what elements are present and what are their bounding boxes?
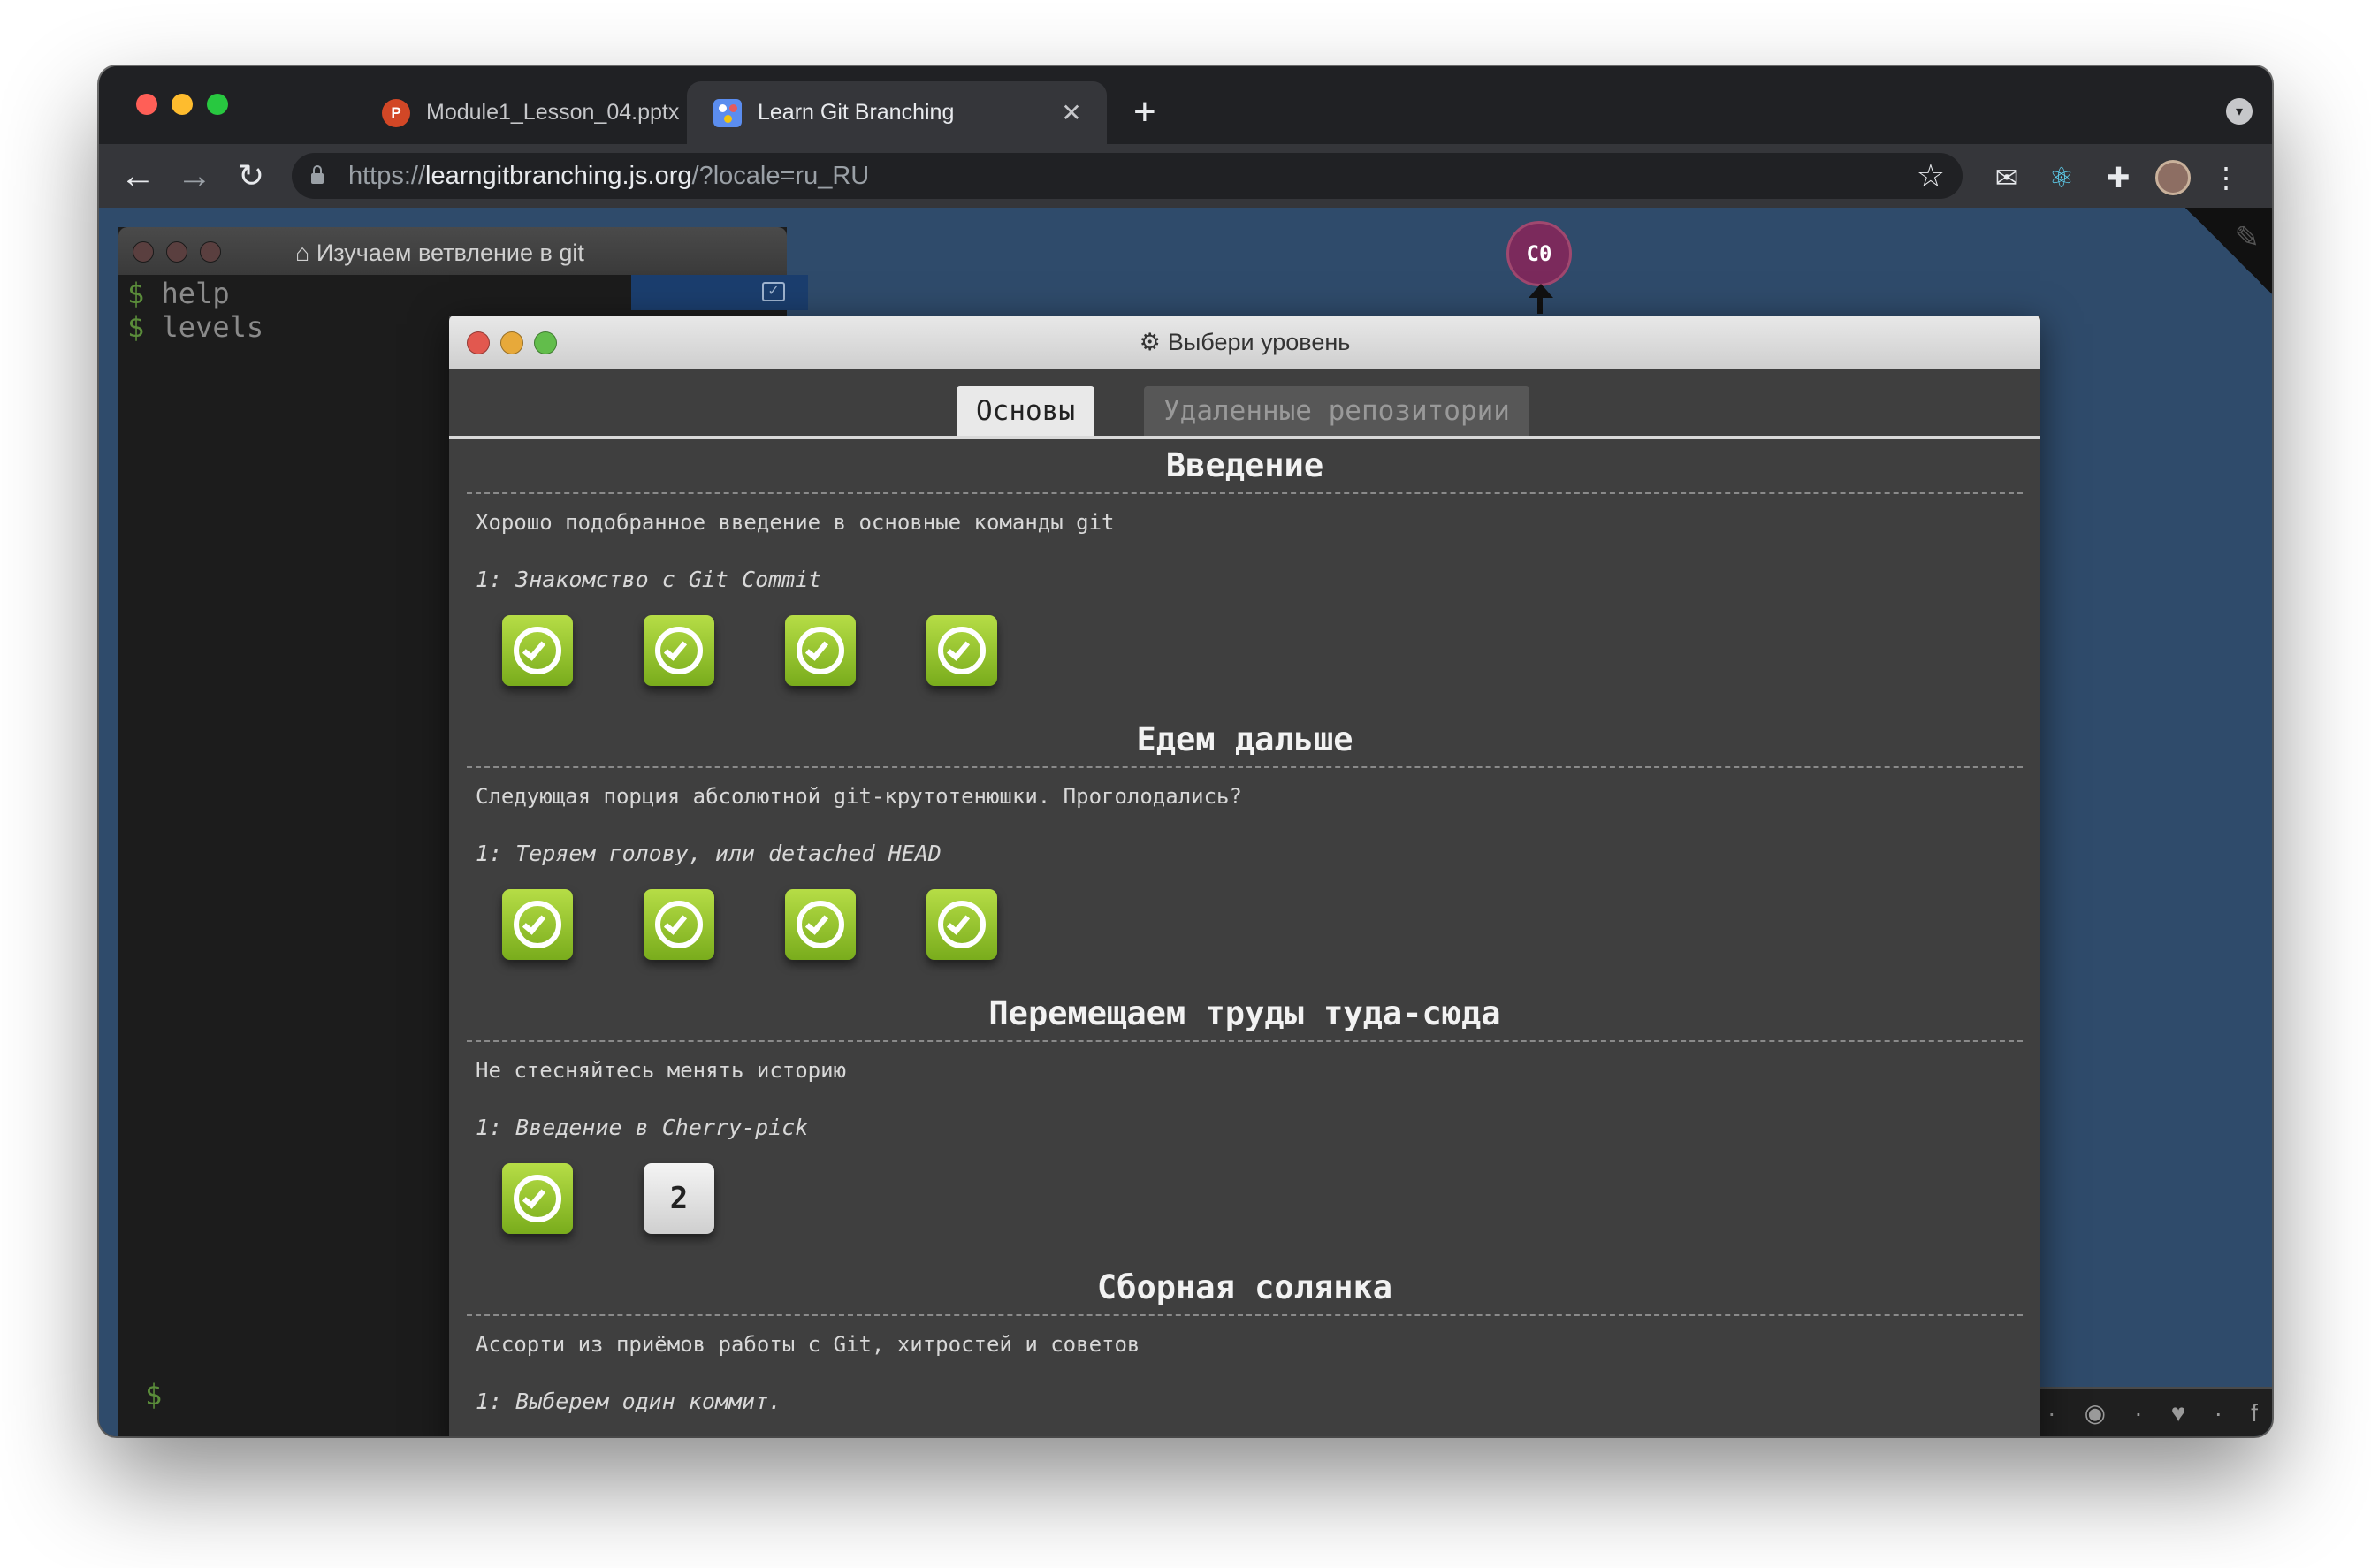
sequence-description: Не стесняйтесь менять историю: [476, 1058, 847, 1083]
bookmark-star-icon[interactable]: ☆: [1917, 157, 1945, 194]
level-complete-button[interactable]: [644, 889, 714, 960]
back-icon[interactable]: ←: [117, 155, 159, 197]
address-bar[interactable]: https:// learngitbranching.js.org /?loca…: [292, 153, 1963, 199]
prompt-symbol: $: [127, 277, 145, 310]
terminal-title: ⌂ Изучаем ветвление в git: [295, 240, 584, 267]
terminal-title-text: Изучаем ветвление в git: [316, 240, 584, 266]
level-complete-button[interactable]: [502, 889, 573, 960]
sequence-description: Хорошо подобранное введение в основные к…: [476, 510, 1115, 535]
level-complete-button[interactable]: [926, 615, 997, 686]
close-icon[interactable]: ✕: [1054, 98, 1089, 127]
sequence-title: Сборная солянка: [1096, 1268, 1393, 1306]
level-complete-button[interactable]: [926, 889, 997, 960]
level-buttons: [467, 889, 2023, 986]
level-name: 1: Теряем голову, или detached HEAD: [476, 841, 942, 866]
command-prompt[interactable]: $: [145, 1378, 162, 1412]
reload-icon[interactable]: ↻: [230, 155, 272, 197]
separator-dot: ·: [2214, 1398, 2222, 1427]
social-links: · ◉ · ♥ · f: [2033, 1387, 2272, 1436]
forward-icon[interactable]: →: [173, 155, 216, 197]
url-path: /?locale=ru_RU: [691, 161, 870, 190]
lock-icon: [311, 165, 324, 184]
avatar: [2155, 160, 2191, 195]
level-name: 1: Знакомство с Git Commit: [476, 567, 822, 592]
react-devtools-icon[interactable]: ⚛: [2044, 160, 2079, 195]
divider: [467, 492, 2023, 494]
terminal-titlebar: ⌂ Изучаем ветвление в git: [118, 227, 787, 275]
powerpoint-icon: P: [382, 98, 410, 127]
new-tab-button[interactable]: +: [1133, 93, 1156, 132]
divider: [467, 766, 2023, 768]
dialog-title: ⚙ Выбери уровень: [449, 316, 2040, 369]
github-corner-ribbon[interactable]: ✎: [2185, 208, 2272, 294]
level-complete-button[interactable]: [785, 615, 856, 686]
level-buttons: [467, 615, 2023, 712]
level-complete-button[interactable]: [502, 615, 573, 686]
level-select-dialog: ⚙ Выбери уровень Основы Удаленные репозит…: [449, 316, 2040, 1436]
terminal-line: $ levels: [127, 310, 263, 344]
checkbox-icon[interactable]: ✓: [762, 282, 785, 301]
terminal-command: levels: [161, 310, 264, 344]
zoom-window-button[interactable]: [207, 94, 228, 115]
level-complete-button[interactable]: [644, 615, 714, 686]
page-content: ⌂ Изучаем ветвление в git ✓ $ help $ lev…: [99, 208, 2272, 1436]
home-icon: ⌂: [295, 240, 316, 266]
tab-title: Learn Git Branching: [758, 100, 955, 125]
sequence-title: Едем дальше: [1136, 720, 1353, 758]
mail-extension-icon[interactable]: ✉: [1989, 160, 2024, 195]
divider: [467, 1040, 2023, 1042]
level-button[interactable]: 2: [644, 1163, 714, 1234]
level-complete-button[interactable]: [502, 1163, 573, 1234]
level-sequence: Сборная солянка Ассорти из приёмов работы…: [467, 1261, 2023, 1414]
level-sequence: Перемещаем труды туда-сюда Не стесняйтесь…: [467, 987, 2023, 1260]
terminal-minimize-button[interactable]: [166, 241, 187, 263]
tab-remote[interactable]: Удаленные репозитории: [1144, 386, 1529, 436]
level-sequence: Едем дальше Следующая порция абсолютной g…: [467, 713, 2023, 986]
profile-avatar[interactable]: [2155, 160, 2191, 195]
tab-learn-git-branching[interactable]: Learn Git Branching ✕: [687, 81, 1107, 144]
terminal-command: help: [161, 277, 230, 310]
github-icon: ✎: [2234, 221, 2260, 255]
dialog-titlebar: ⚙ Выбери уровень: [449, 316, 2040, 369]
tab-strip: P Module1_Lesson_04.pptx ✕ Learn Git Bra…: [99, 66, 2272, 144]
separator-dot: ·: [2047, 1398, 2056, 1427]
level-list: Введение Хорошо подобранное введение в ос…: [467, 439, 2023, 1436]
level-sequence: Введение Хорошо подобранное введение в ос…: [467, 439, 2023, 712]
sequence-title: Введение: [1165, 446, 1324, 484]
gear-icon: ⚙: [1139, 328, 1161, 355]
extensions-puzzle-icon[interactable]: ✚: [2100, 160, 2136, 195]
level-buttons: 2: [467, 1163, 2023, 1260]
browser-toolbar: ← → ↻ https:// learngitbranching.js.org …: [99, 144, 2272, 208]
url-scheme: https://: [348, 161, 426, 190]
divider: [467, 1314, 2023, 1316]
level-name: 1: Выберем один коммит.: [476, 1389, 782, 1414]
prompt-symbol: $: [127, 310, 145, 344]
browser-window: P Module1_Lesson_04.pptx ✕ Learn Git Bra…: [99, 66, 2272, 1436]
commit-node[interactable]: C0: [1506, 221, 1572, 286]
terminal-close-button[interactable]: [133, 241, 154, 263]
level-complete-button[interactable]: [785, 889, 856, 960]
sequence-description: Ассорти из приёмов работы с Git, хитрост…: [476, 1332, 1140, 1357]
minimize-window-button[interactable]: [172, 94, 193, 115]
twitter-icon[interactable]: ♥: [2171, 1399, 2186, 1427]
more-menu-icon[interactable]: ⋮: [2208, 160, 2244, 195]
commit-edge: [1537, 296, 1543, 314]
terminal-zoom-button[interactable]: [200, 241, 221, 263]
dialog-title-text: Выбери уровень: [1167, 328, 1351, 355]
url-host: learngitbranching.js.org: [425, 161, 692, 190]
tab-search-icon[interactable]: ▾: [2226, 98, 2253, 125]
sequence-title: Перемещаем труды туда-сюда: [988, 994, 1501, 1032]
tab-basics[interactable]: Основы: [957, 386, 1094, 436]
sequence-description: Следующая порция абсолютной git-крутотен…: [476, 784, 1242, 809]
globe-icon[interactable]: ◉: [2085, 1398, 2106, 1427]
git-branching-icon: [713, 98, 742, 127]
close-window-button[interactable]: [136, 94, 157, 115]
level-tabs: Основы Удаленные репозитории: [449, 369, 2040, 439]
level-name: 1: Введение в Cherry-pick: [476, 1115, 809, 1140]
facebook-icon[interactable]: f: [2251, 1399, 2258, 1427]
separator-dot: ·: [2134, 1398, 2143, 1427]
terminal-line: $ help: [127, 277, 230, 310]
